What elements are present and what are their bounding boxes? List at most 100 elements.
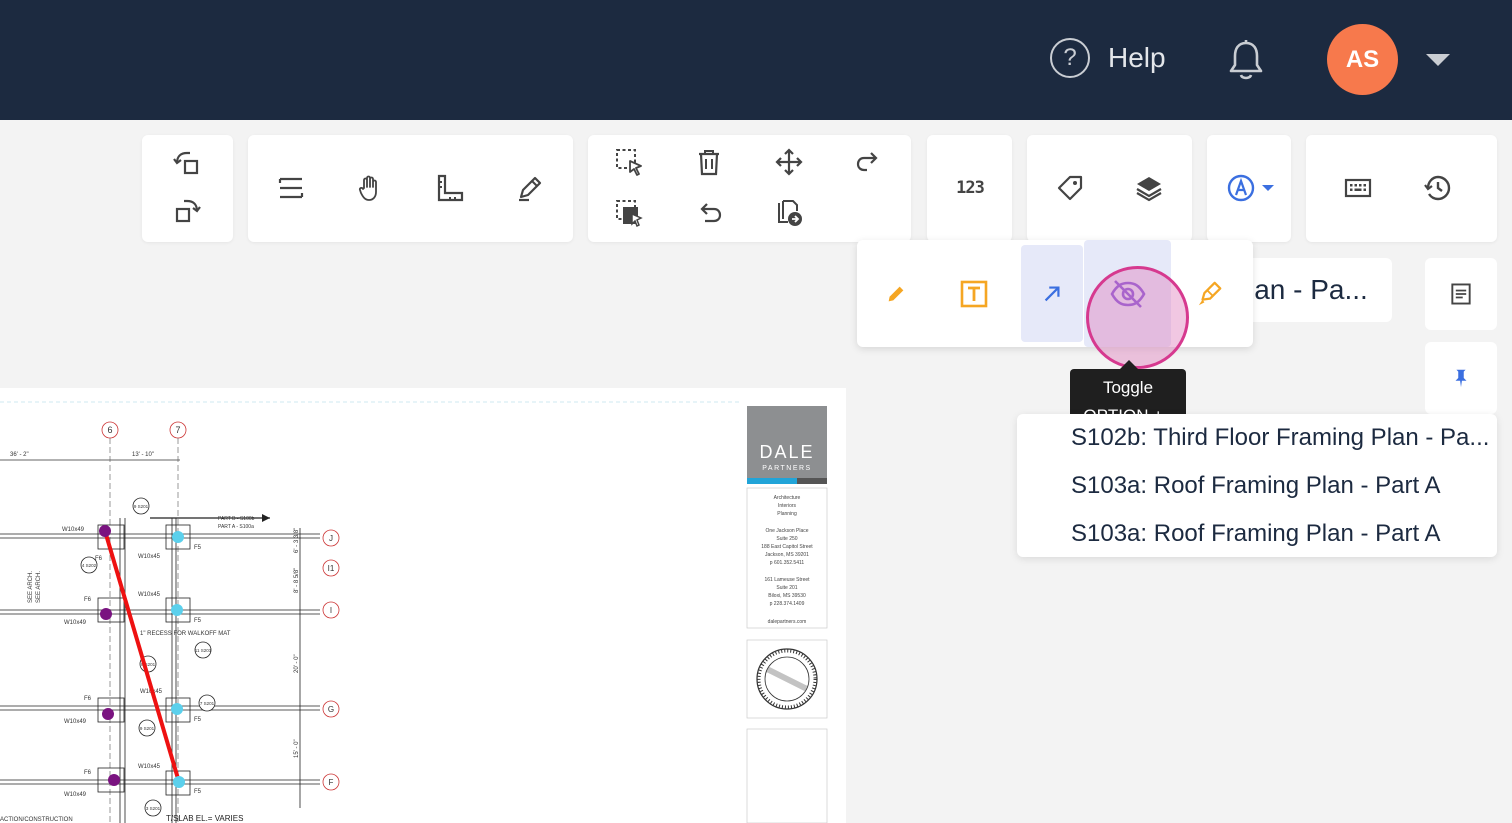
pencil-tool-button[interactable] (865, 245, 927, 342)
pin-button[interactable] (1425, 342, 1497, 414)
markup-tools-popup (857, 240, 1253, 347)
section-tag: 7 S201 (200, 701, 215, 706)
sheet-info-button[interactable] (1425, 258, 1497, 330)
toolbar-misc-group (1306, 135, 1497, 242)
dimension-text: 13' - 10" (132, 452, 154, 458)
pan-hand-icon[interactable] (353, 171, 387, 205)
notification-bell-icon[interactable] (1226, 38, 1266, 82)
beam-label: W10x49 (64, 792, 87, 798)
section-tag: 9 S201 (140, 726, 155, 731)
firm-logo-title: DALE (759, 442, 814, 462)
dimension-text: 8' - 8 5/8" (294, 568, 300, 593)
tooltip-line1: Toggle (1102, 378, 1154, 397)
address-line: Suite 250 (776, 536, 797, 542)
sheet-list-item[interactable]: S103a: Roof Framing Plan - Part A (1071, 520, 1441, 548)
beam-label: W10x45 (138, 592, 161, 598)
layers-icon[interactable] (1132, 171, 1166, 205)
annotation-settings-icon[interactable] (1223, 171, 1277, 205)
footing-label: F5 (194, 789, 202, 795)
section-tag: 4 S202 (82, 563, 97, 568)
address-line: dalepartners.com (768, 619, 807, 625)
chevron-down-icon (1262, 185, 1274, 191)
measure-ruler-icon[interactable] (433, 171, 467, 205)
count-label: 123 (956, 178, 985, 198)
note-text: PART A - S100a (218, 524, 254, 530)
move-icon[interactable] (772, 145, 806, 179)
beam-label: W10x49 (64, 719, 87, 725)
section-tag: 11 S201 (195, 648, 212, 653)
sheet-list-item[interactable]: S102b: Third Floor Framing Plan - Pa... (1071, 424, 1489, 452)
count-icon[interactable]: 123 (945, 171, 995, 205)
grid-row-label: J (329, 534, 333, 543)
grid-row-label: I (330, 606, 332, 615)
pencil-icon (888, 286, 904, 301)
toolbar-tag-group (1027, 135, 1192, 242)
copy-to-sheet-icon[interactable] (772, 196, 806, 230)
beam-label: W10x49 (62, 527, 85, 533)
rotate-cw-icon[interactable] (170, 195, 204, 229)
toolbar-view-group (248, 135, 573, 242)
highlighter-tool-button[interactable] (1179, 245, 1241, 342)
redo-icon[interactable] (852, 145, 886, 179)
rotate-ccw-icon[interactable] (170, 147, 204, 181)
sheet-list-item[interactable]: S103a: Roof Framing Plan - Part A (1071, 472, 1441, 500)
text-box-icon (960, 280, 988, 307)
arrow-icon (1044, 285, 1060, 301)
chevron-down-icon[interactable] (1426, 54, 1450, 66)
markup-pen-icon[interactable] (513, 171, 547, 205)
footing-label: F6 (84, 770, 92, 776)
grid-row-label: F (329, 778, 334, 787)
help-button[interactable]: ? Help (1050, 38, 1166, 78)
text-box-tool-button[interactable] (943, 245, 1005, 342)
help-label: Help (1108, 42, 1166, 73)
compare-icon[interactable] (274, 171, 308, 205)
section-tag: 3 S201 (146, 806, 161, 811)
grid-row-label: G (328, 705, 334, 714)
cursor-highlight (1086, 266, 1189, 369)
arrow-tool-button[interactable] (1021, 245, 1083, 342)
address-line: p 601.352.5411 (770, 560, 805, 566)
user-avatar[interactable]: AS (1327, 24, 1398, 95)
toolbar-annotation-group (1207, 135, 1291, 242)
note-text: SEE ARCH. (28, 571, 34, 603)
firm-line: Architecture (774, 495, 801, 501)
note-text: PART B - S100b (218, 516, 255, 522)
tag-icon[interactable] (1053, 171, 1087, 205)
drawing-sheet[interactable]: 6 7 36' - 2" 13' - 10" PART B - S100b PA… (0, 388, 846, 823)
structural-plan: 6 7 36' - 2" 13' - 10" PART B - S100b PA… (0, 401, 828, 823)
section-tag: 9 S201 (134, 504, 149, 509)
firm-line: Interiors (778, 503, 797, 509)
dimension-text: 6' - 3 3/8" (294, 528, 300, 553)
firm-line: Planning (777, 511, 797, 517)
beam-label: W10x45 (138, 554, 161, 560)
help-icon: ? (1050, 38, 1090, 78)
footing-label: F6 (84, 696, 92, 702)
note-text: SEE ARCH. (36, 571, 42, 603)
highlighter-icon (1198, 281, 1222, 305)
keyboard-icon[interactable] (1341, 171, 1375, 205)
note-text: ACTION/CONSTRUCTION (0, 817, 73, 823)
top-navigation-bar: ? Help AS (0, 0, 1512, 120)
toolbar-count-group: 123 (927, 135, 1012, 242)
toolbar-edit-group (588, 135, 911, 242)
beam-label: W10x45 (138, 764, 161, 770)
engineer-seal (756, 648, 818, 710)
toolbar-rotate-group (142, 135, 233, 242)
dimension-text: 36' - 2" (10, 452, 29, 458)
grid-col-label: 7 (175, 425, 180, 435)
footing-label: F6 (84, 597, 92, 603)
select-fill-icon[interactable] (612, 196, 646, 230)
footing-label: F5 (194, 618, 202, 624)
address-line: 161 Lameuse Street (764, 577, 810, 583)
sheet-list-dropdown: S102b: Third Floor Framing Plan - Pa... … (1017, 414, 1497, 557)
address-line: Jackson, MS 39201 (765, 552, 809, 558)
delete-icon[interactable] (692, 145, 726, 179)
address-line: p 228.374.1409 (770, 601, 805, 607)
document-icon (1451, 283, 1471, 305)
history-icon[interactable] (1421, 171, 1455, 205)
undo-icon[interactable] (692, 196, 726, 230)
dimension-text: 20' - 0" (294, 654, 300, 673)
select-area-icon[interactable] (612, 145, 646, 179)
note-text: T/SLAB EL.= VARIES (166, 814, 243, 823)
address-line: Suite 201 (776, 585, 797, 591)
